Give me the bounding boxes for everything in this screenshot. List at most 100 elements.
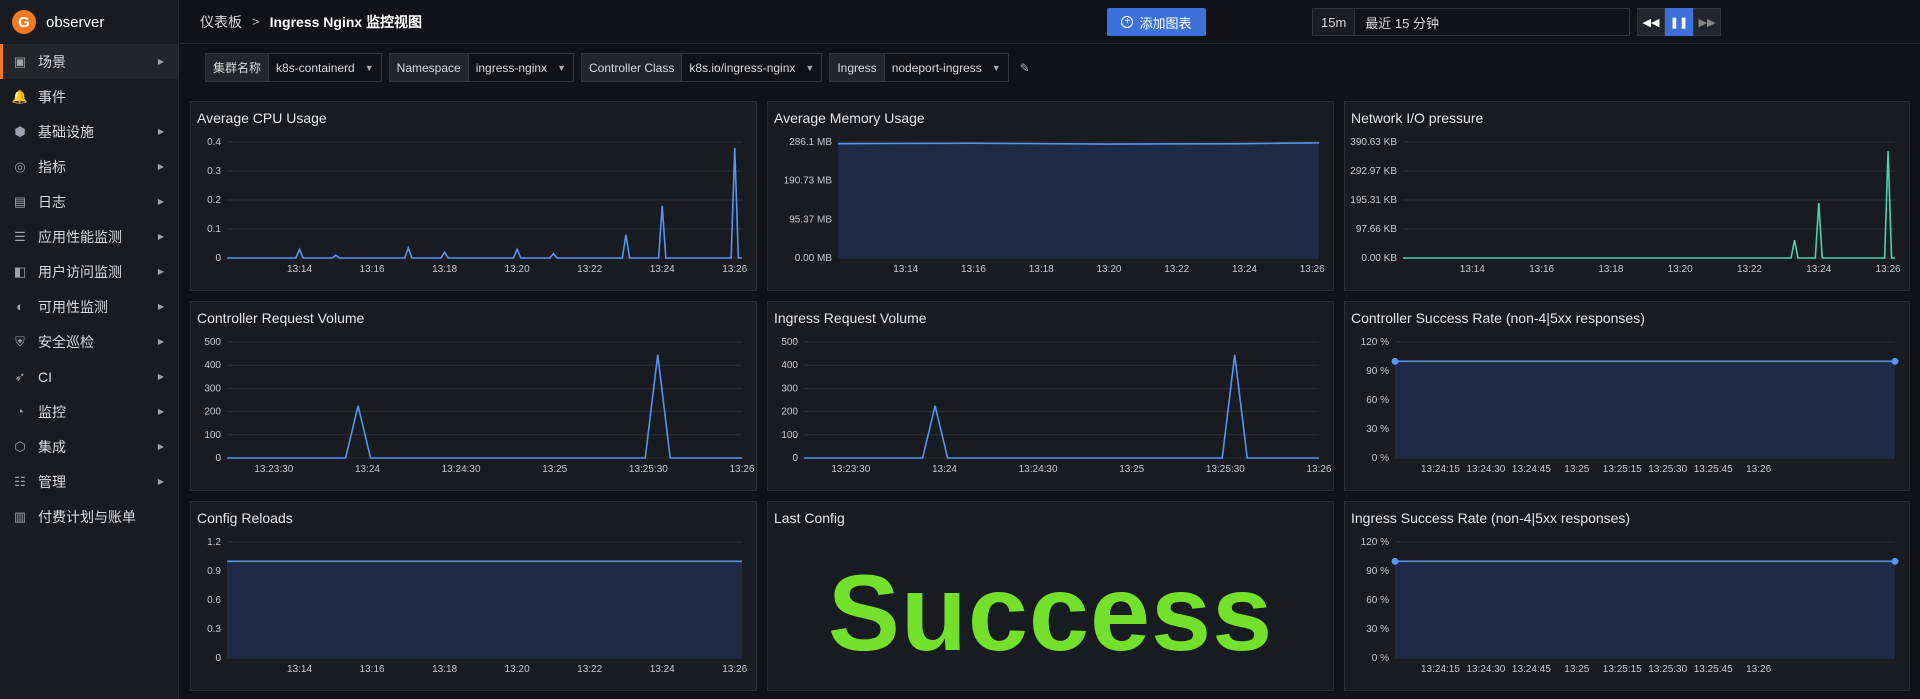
filter-label: Namespace	[389, 54, 469, 81]
chart-svg: 0 % 30 % 60 % 90 % 120 % 13:24:15 13:24:30 13:2…	[1361, 337, 1899, 475]
x-tick-label: 13:14	[287, 264, 312, 275]
y-tick-label: 0	[215, 253, 221, 264]
panel-controller-request-volume[interactable]: Controller Request Volume 0 100 200 300 400 5…	[190, 301, 757, 491]
filter-ingress[interactable]: Ingress nodeport-ingress ▼	[829, 53, 1009, 82]
x-tick-label: 13:25:45	[1694, 464, 1733, 475]
y-tick-label: 500	[204, 337, 221, 348]
x-tick-label: 13:24:45	[1512, 464, 1551, 475]
series-area	[1395, 361, 1895, 458]
sidebar-item[interactable]: ◎ 指标 ▶	[0, 149, 178, 184]
breadcrumb-root[interactable]: 仪表板	[200, 12, 242, 32]
x-tick-label: 13:26	[1876, 264, 1901, 275]
y-tick-label: 60 %	[1366, 395, 1389, 406]
filter-cluster[interactable]: 集群名称 k8s-containerd ▼	[205, 53, 382, 82]
sidebar-item-label: 日志	[38, 193, 66, 210]
filter-value-select[interactable]: ingress-nginx ▼	[468, 54, 573, 81]
sidebar-item[interactable]: ◧ 用户访问监测 ▶	[0, 254, 178, 289]
panel-network[interactable]: Network I/O pressure 0.00 KB 97.66 KB 195.…	[1344, 101, 1910, 291]
sidebar-item[interactable]: 🔔 事件	[0, 79, 178, 114]
filter-value: nodeport-ingress	[891, 60, 982, 75]
forward-button[interactable]: ▶▶	[1693, 8, 1721, 36]
chevron-down-icon: ▼	[364, 62, 374, 73]
chart-svg: 0 % 30 % 60 % 90 % 120 % 13:24:15 13:24:30 13:2…	[1361, 537, 1899, 675]
x-tick-label: 13:24	[355, 464, 380, 475]
y-tick-label: 0 %	[1372, 453, 1389, 464]
edit-variables-icon[interactable]: ✎	[1020, 61, 1030, 75]
last-config-value: Success	[827, 552, 1274, 673]
sidebar-item-label: 管理	[38, 473, 66, 490]
scene-icon: ▣	[13, 53, 27, 69]
sidebar-item[interactable]: ▣ 场景 ▶	[0, 44, 178, 79]
chevron-down-icon: ▼	[557, 62, 566, 73]
add-chart-button[interactable]: + 添加图表	[1107, 8, 1206, 36]
rewind-button[interactable]: ◀◀	[1637, 8, 1665, 36]
sidebar-item[interactable]: ◔ 监控 ▶	[0, 394, 178, 429]
data-point	[1891, 357, 1899, 365]
x-tick-label: 13:24:30	[1466, 464, 1505, 475]
x-tick-label: 13:26	[722, 264, 747, 275]
chevron-down-icon: ▼	[805, 62, 815, 73]
x-tick-label: 13:18	[1598, 264, 1623, 275]
panel-ingress-request-volume[interactable]: Ingress Request Volume 0 100 200 300 400 500 1…	[767, 301, 1334, 491]
y-tick-label: 400	[204, 360, 221, 371]
x-tick-label: 13:16	[1529, 264, 1554, 275]
panel-config-reloads[interactable]: Config Reloads 0 0.3 0.6 0.9 1.2 13:14 13:16 13…	[190, 501, 757, 691]
chevron-down-icon: ▼	[991, 62, 1001, 73]
filter-value: k8s-containerd	[276, 60, 355, 75]
x-tick-label: 13:14	[287, 664, 312, 675]
x-tick-label: 13:23:30	[254, 464, 293, 475]
plus-circle-icon: +	[1121, 16, 1134, 28]
apm-icon: ☰	[14, 228, 26, 244]
x-tick-label: 13:22	[577, 664, 602, 675]
x-tick-label: 13:25:15	[1603, 664, 1642, 675]
filter-controller-class[interactable]: Controller Class k8s.io/ingress-nginx ▼	[580, 53, 823, 82]
filter-value: ingress-nginx	[475, 60, 548, 75]
shield-icon: ⛨	[15, 333, 25, 349]
x-tick-label: 13:25:45	[1694, 664, 1733, 675]
sidebar-item[interactable]: ☰ 应用性能监测 ▶	[0, 219, 178, 254]
x-tick-label: 13:24:30	[442, 464, 481, 475]
sidebar-item[interactable]: ⬡ 集成 ▶	[0, 429, 178, 464]
filter-value-select[interactable]: nodeport-ingress ▼	[884, 54, 1008, 81]
panel-memory[interactable]: Average Memory Usage 0.00 MB 95.37 MB 190.…	[767, 101, 1334, 291]
sidebar-item[interactable]: ⛨ 安全巡检 ▶	[0, 324, 178, 359]
panel-controller-success-rate[interactable]: Controller Success Rate (non-4|5xx respo…	[1344, 301, 1910, 491]
infra-icon: ⬢	[14, 123, 26, 139]
logo[interactable]: G observer	[0, 0, 178, 44]
sidebar-item[interactable]: ☷ 管理 ▶	[0, 464, 178, 499]
series-line	[1403, 151, 1895, 259]
y-tick-label: 95.37 MB	[789, 214, 832, 225]
sidebar-item[interactable]: ◐ 可用性监测 ▶	[0, 289, 178, 324]
availability-icon: ◐	[16, 299, 24, 314]
sidebar-item[interactable]: ➶ CI ▶	[0, 359, 178, 394]
panel-cpu[interactable]: Average CPU Usage 0 0.1 0.2 0.3 0.4 13:14 13:1…	[190, 101, 757, 291]
sidebar-item[interactable]: ▥ 付费计划与账单	[0, 499, 178, 534]
y-tick-label: 390.63 KB	[1350, 137, 1397, 148]
chart-svg: 0 100 200 300 400 500 13:23:30 13:24 13:24:30 13:…	[204, 337, 755, 475]
y-tick-label: 30 %	[1366, 424, 1389, 435]
panel-last-config[interactable]: Last Config Success	[767, 501, 1334, 691]
y-tick-label: 0.6	[207, 595, 221, 606]
x-tick-label: 13:18	[432, 664, 457, 675]
x-tick-label: 13:25:15	[1603, 464, 1642, 475]
series-area	[838, 142, 1319, 258]
chart-svg: 0 0.1 0.2 0.3 0.4 13:14 13:16 13:18 13:20 13:22 13…	[207, 137, 748, 275]
filter-value-select[interactable]: k8s-containerd ▼	[269, 54, 381, 81]
y-tick-label: 190.73 MB	[784, 176, 833, 187]
sidebar-item[interactable]: ⬢ 基础设施 ▶	[0, 114, 178, 149]
sidebar-item[interactable]: ▤ 日志 ▶	[0, 184, 178, 219]
time-range-picker[interactable]: 15m 最近 15 分钟	[1312, 8, 1630, 36]
rewind-icon: ◀◀	[1642, 16, 1660, 29]
filter-value-select[interactable]: k8s.io/ingress-nginx ▼	[682, 54, 822, 81]
sidebar-nav: ▣ 场景 ▶ 🔔 事件 ⬢ 基础设施 ▶ ◎ 指标 ▶ ▤ 日志 ▶ ☰ 应用性能监测 ▶ ◧ 用户访问监测 ▶ ◐ 可用…	[0, 44, 178, 534]
filter-namespace[interactable]: Namespace ingress-nginx ▼	[388, 53, 574, 82]
y-tick-label: 0.3	[207, 624, 221, 635]
chevron-right-icon: ▶	[157, 127, 164, 136]
pause-button[interactable]: ❚❚	[1665, 8, 1693, 36]
log-icon: ▤	[13, 193, 27, 209]
integration-icon: ⬡	[14, 438, 26, 454]
y-tick-label: 100	[781, 430, 798, 441]
x-tick-label: 13:25	[1564, 664, 1589, 675]
panel-ingress-success-rate[interactable]: Ingress Success Rate (non-4|5xx response…	[1344, 501, 1910, 691]
time-range-chip[interactable]: 15m	[1313, 9, 1356, 35]
